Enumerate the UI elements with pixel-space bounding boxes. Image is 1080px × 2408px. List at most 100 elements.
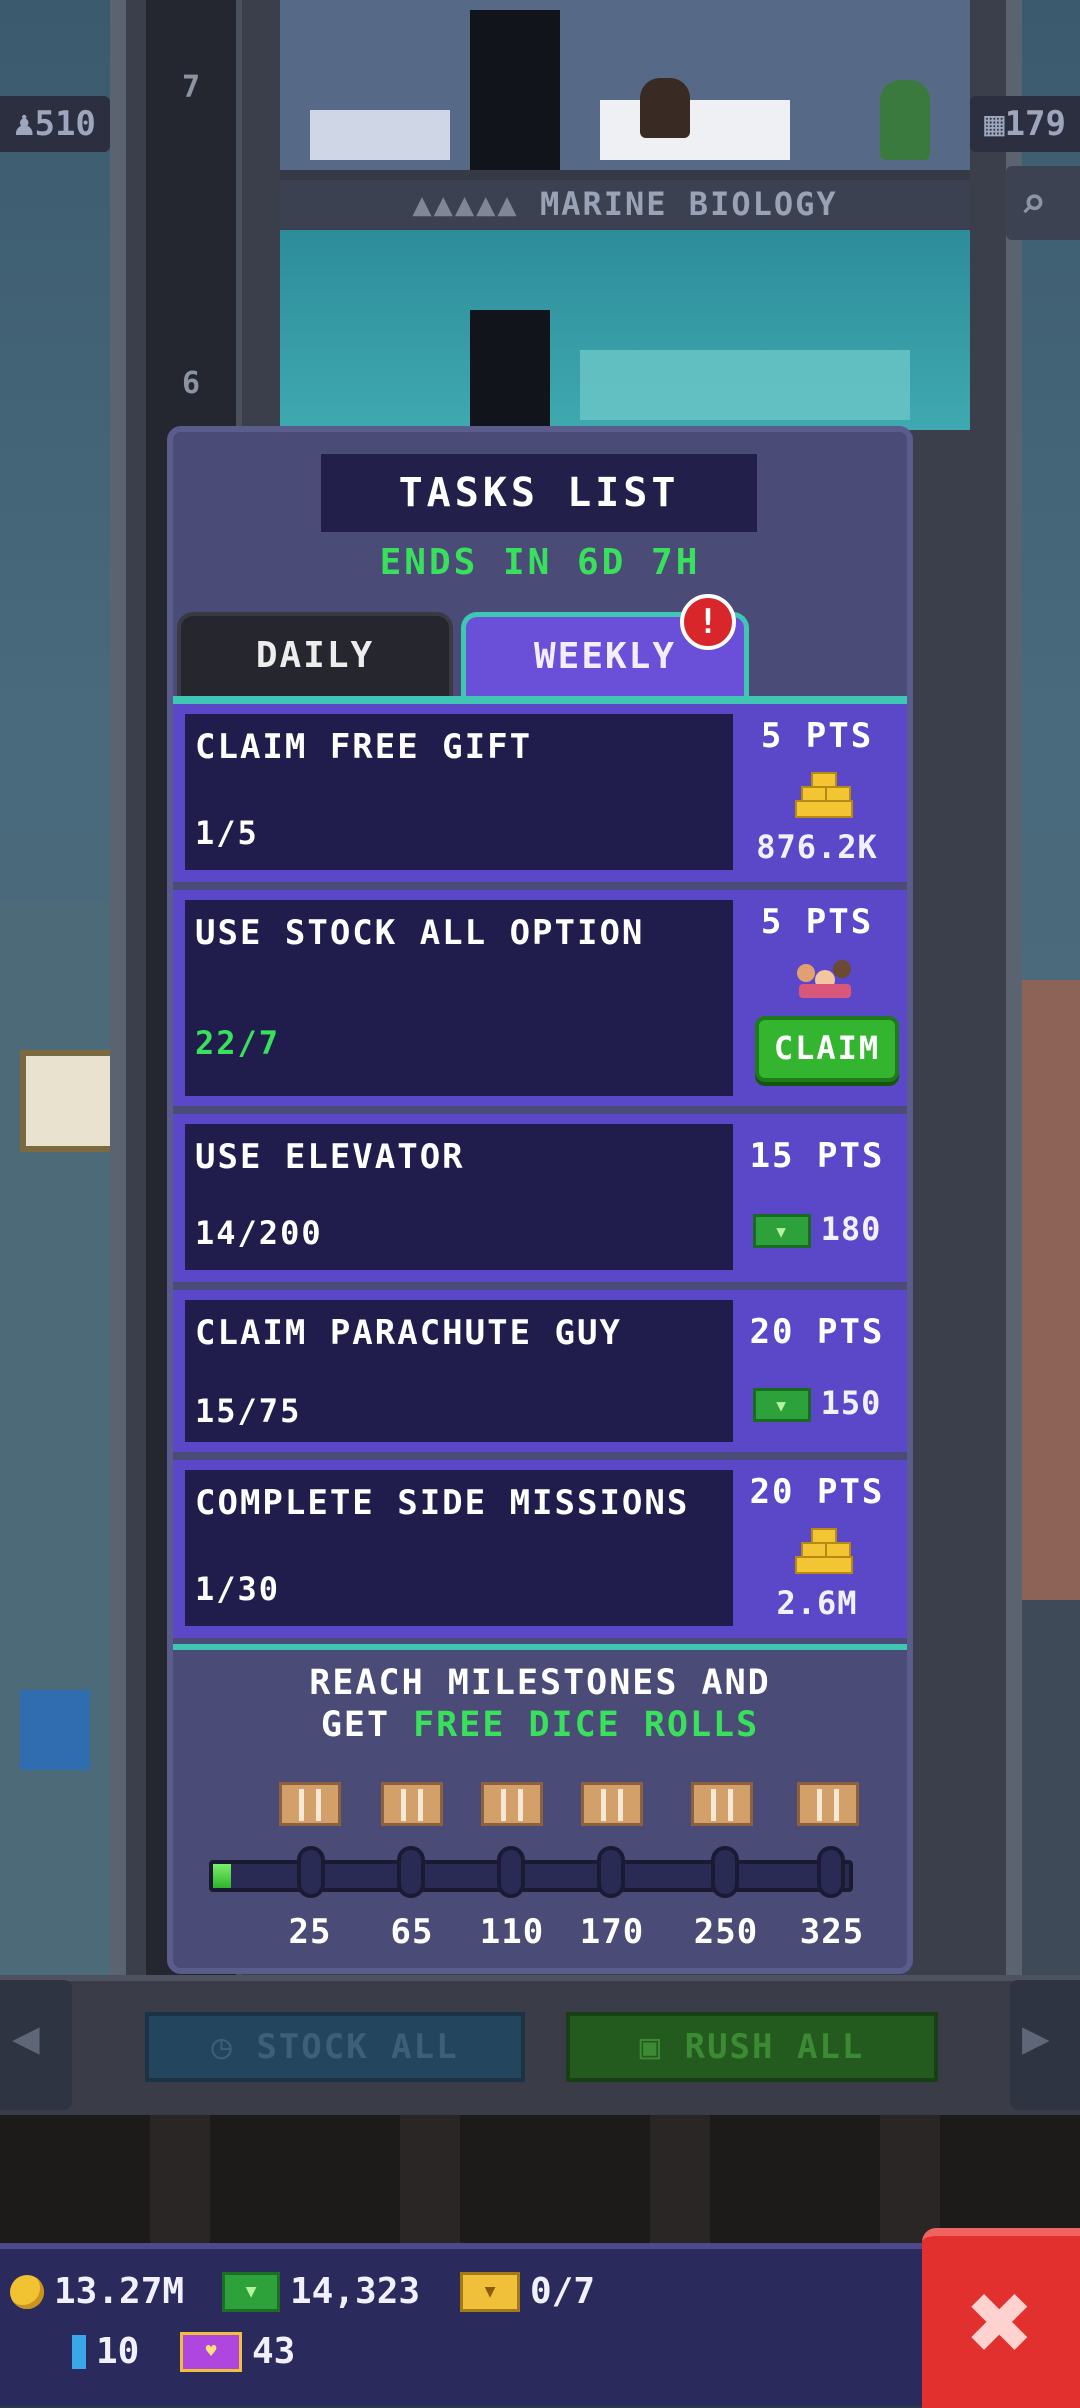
bux-counter[interactable]: ▼ 14,323 xyxy=(222,2271,420,2312)
task-progress: 1/5 xyxy=(195,814,259,852)
claim-button[interactable]: CLAIM xyxy=(755,1016,899,1082)
person-icon: ♟ xyxy=(14,104,35,144)
task-name: CLAIM PARACHUTE GUY xyxy=(195,1313,622,1353)
tab-daily[interactable]: DAILY xyxy=(177,612,453,698)
task-use-elevator[interactable]: USE ELEVATOR 14/200 15 PTS ▼ 180 xyxy=(173,1114,907,1282)
floor-banner-label: MARINE BIOLOGY xyxy=(539,185,838,223)
milestone-crate-icon[interactable] xyxy=(691,1782,753,1826)
floor-marine-biology[interactable] xyxy=(280,230,970,430)
floors-value: 179 xyxy=(1004,104,1066,144)
bux-icon: ▼ xyxy=(752,1388,811,1422)
task-progress: 1/30 xyxy=(195,1570,281,1608)
ends-in-timer: ENDS IN 6D 7H xyxy=(379,542,701,583)
blue-sign xyxy=(20,1690,90,1770)
building-icon: ▦ xyxy=(984,104,1005,144)
milestone-crate-icon[interactable] xyxy=(279,1782,341,1826)
billboard-sign xyxy=(20,1050,122,1152)
elevator-door xyxy=(470,10,560,170)
pillar xyxy=(400,2115,460,2243)
vip-counter[interactable]: ♥ 43 xyxy=(180,2331,295,2372)
floors-counter[interactable]: ▦179 xyxy=(970,96,1080,152)
milestone-crate-icon[interactable] xyxy=(581,1782,643,1826)
tasks-modal: TASKS LIST ENDS IN 6D 7H DAILY WEEKLY ! … xyxy=(167,426,913,1974)
population-counter[interactable]: ♟510 xyxy=(0,96,110,152)
task-complete-side-missions[interactable]: COMPLETE SIDE MISSIONS 1/30 20 PTS 2.6M xyxy=(173,1460,907,1638)
modal-title: TASKS LIST xyxy=(321,454,757,532)
task-claim-free-gift[interactable]: CLAIM FREE GIFT 1/5 5 PTS 876.2K xyxy=(173,704,907,882)
task-reward: 2.6M xyxy=(776,1584,858,1622)
milestone-label: 250 xyxy=(693,1912,759,1952)
bux-icon: ▼ xyxy=(222,2271,280,2312)
stock-all-label: STOCK ALL xyxy=(256,2027,459,2067)
tickets-counter[interactable]: ▼ 0/7 xyxy=(460,2271,595,2312)
milestone-crate-icon[interactable] xyxy=(797,1782,859,1826)
bux-value: 14,323 xyxy=(290,2271,421,2312)
milestone-label: 325 xyxy=(799,1912,865,1952)
task-reward-row: ▼ 180 xyxy=(737,1210,897,1248)
basement xyxy=(0,2115,1080,2243)
scroll-down-button[interactable]: ◀ xyxy=(0,1980,72,2110)
bux-icon: ▼ xyxy=(752,1214,811,1248)
milestone-node xyxy=(711,1846,739,1898)
tickets-value: 0/7 xyxy=(530,2271,596,2312)
population-value: 510 xyxy=(34,104,96,144)
task-reward: 180 xyxy=(820,1210,882,1248)
milestone-crate-icon[interactable] xyxy=(481,1782,543,1826)
milestones-text-highlight: FREE DICE ROLLS xyxy=(413,1705,760,1745)
milestone-crate-icon[interactable] xyxy=(381,1782,443,1826)
scroll-up-button[interactable]: ▶ xyxy=(1010,1980,1080,2110)
bitizen-2[interactable] xyxy=(880,80,930,160)
milestone-node xyxy=(597,1846,625,1898)
task-reward-row: ▼ 150 xyxy=(737,1384,897,1422)
chevron-right-icon: ▶ xyxy=(1022,2010,1050,2064)
clock-icon: ◷ xyxy=(211,2027,257,2067)
milestone-label: 110 xyxy=(479,1912,545,1952)
close-button[interactable]: ✖ xyxy=(922,2228,1080,2408)
task-name: COMPLETE SIDE MISSIONS xyxy=(195,1483,690,1523)
chevron-left-icon: ◀ xyxy=(12,2010,40,2064)
currency-bar: 13.27M ▼ 14,323 ▼ 0/7 10 ♥ 43 xyxy=(0,2243,930,2406)
gold-bars-icon xyxy=(795,772,853,818)
task-use-stock-all-option[interactable]: USE STOCK ALL OPTION 22/7 5 PTS CLAIM xyxy=(173,890,907,1106)
task-claim-parachute-guy[interactable]: CLAIM PARACHUTE GUY 15/75 20 PTS ▼ 150 xyxy=(173,1290,907,1452)
milestone-label: 25 xyxy=(288,1912,332,1952)
task-name: USE STOCK ALL OPTION xyxy=(195,913,645,953)
milestone-node xyxy=(817,1846,845,1898)
bitizens-icon xyxy=(795,956,855,1004)
bitizen-1[interactable] xyxy=(640,78,690,138)
task-reward: 150 xyxy=(820,1384,882,1422)
task-name: CLAIM FREE GIFT xyxy=(195,727,533,767)
milestone-node xyxy=(297,1846,325,1898)
milestones-panel: REACH MILESTONES AND GET FREE DICE ROLLS… xyxy=(173,1644,907,1974)
rush-all-button[interactable]: ▣ RUSH ALL xyxy=(566,2012,938,2082)
stock-all-button[interactable]: ◷ STOCK ALL xyxy=(145,2012,525,2082)
task-points: 5 PTS xyxy=(760,902,874,942)
milestones-text: REACH MILESTONES AND GET FREE DICE ROLLS xyxy=(173,1662,907,1746)
task-progress: 22/7 xyxy=(195,1024,281,1062)
floor-stars-icon: ▲▲▲▲▲ xyxy=(412,185,540,223)
coins-value: 13.27M xyxy=(54,2271,185,2312)
close-icon: ✖ xyxy=(967,2258,1035,2386)
milestone-node xyxy=(397,1846,425,1898)
task-progress: 15/75 xyxy=(195,1392,302,1430)
rush-all-label: RUSH ALL xyxy=(684,2027,865,2067)
gem-icon xyxy=(72,2334,86,2369)
floor-number: 6 xyxy=(182,366,201,401)
alert-badge: ! xyxy=(680,594,736,650)
search-button[interactable]: ⌕ xyxy=(1006,166,1080,240)
floor-residential[interactable] xyxy=(280,0,970,180)
elevator-door xyxy=(470,310,550,430)
aquarium-tank xyxy=(580,350,910,420)
vip-value: 43 xyxy=(252,2331,296,2372)
ticket-icon: ▼ xyxy=(460,2271,520,2312)
floor-banner-marine-biology[interactable]: ▲▲▲▲▲ MARINE BIOLOGY xyxy=(280,180,970,228)
coins-counter[interactable]: 13.27M xyxy=(10,2271,184,2312)
gems-counter[interactable]: 10 xyxy=(72,2331,139,2372)
task-points: 5 PTS xyxy=(760,716,874,756)
milestones-text-line1: REACH MILESTONES AND xyxy=(309,1663,771,1703)
milestones-divider xyxy=(173,1644,907,1650)
bux-icon: ▣ xyxy=(639,2027,685,2067)
gems-value: 10 xyxy=(96,2331,140,2372)
tab-rail xyxy=(173,696,907,704)
task-points: 15 PTS xyxy=(749,1136,885,1176)
